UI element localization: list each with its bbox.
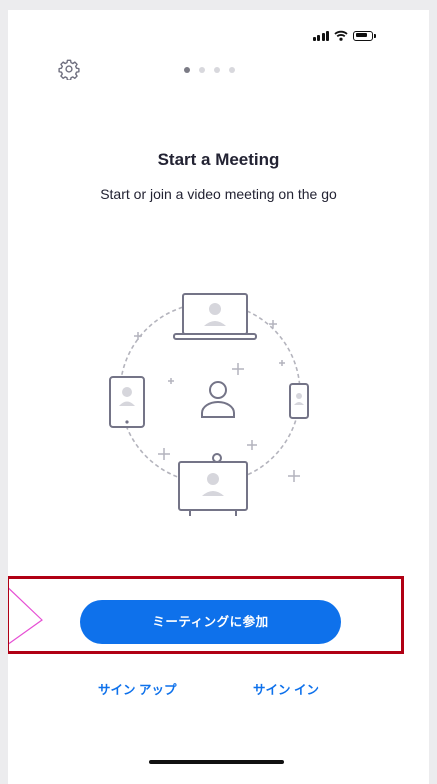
user-icon bbox=[201, 381, 235, 418]
page-dot-1[interactable] bbox=[184, 67, 190, 73]
cellular-signal-icon bbox=[312, 30, 329, 41]
page-subtitle: Start or join a video meeting on the go bbox=[100, 186, 337, 202]
status-bar bbox=[312, 30, 376, 41]
meeting-devices-illustration bbox=[109, 293, 309, 516]
tablet-icon bbox=[109, 376, 145, 428]
page-dot-2[interactable] bbox=[199, 67, 205, 73]
gear-icon[interactable] bbox=[58, 58, 80, 80]
page-indicator bbox=[184, 67, 235, 73]
join-meeting-button[interactable]: ミーティングに参加 bbox=[80, 600, 341, 644]
page-dot-4[interactable] bbox=[229, 67, 235, 73]
app-screen: Start a Meeting Start or join a video me… bbox=[8, 10, 429, 784]
battery-icon bbox=[353, 30, 376, 41]
page-title: Start a Meeting bbox=[157, 150, 280, 169]
sign-up-link[interactable]: サイン アップ bbox=[98, 679, 176, 698]
wifi-icon bbox=[334, 30, 348, 41]
room-system-icon bbox=[178, 453, 248, 516]
page-dot-3[interactable] bbox=[214, 67, 220, 73]
home-indicator[interactable] bbox=[149, 760, 284, 764]
phone-icon bbox=[289, 383, 309, 419]
laptop-icon bbox=[173, 293, 257, 340]
sign-in-link[interactable]: サイン イン bbox=[253, 679, 319, 698]
